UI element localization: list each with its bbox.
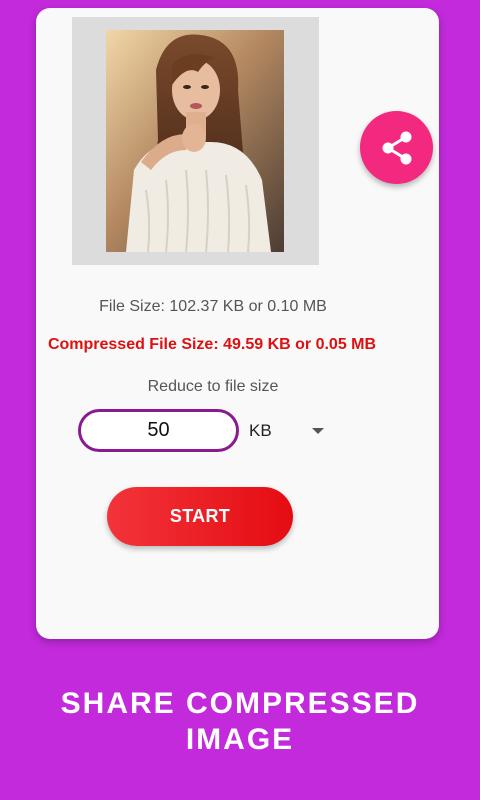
compressed-file-size: Compressed File Size: 49.59 KB or 0.05 M…	[47, 336, 377, 353]
target-size-input[interactable]	[78, 409, 239, 452]
share-button[interactable]	[360, 111, 433, 184]
promo-caption: SHARE COMPRESSED IMAGE	[0, 686, 480, 758]
reduce-to-size-label: Reduce to file size	[147, 378, 279, 395]
unit-dropdown-value: KB	[249, 421, 272, 440]
start-button[interactable]: START	[107, 487, 293, 546]
caption-line-1: SHARE COMPRESSED	[60, 687, 420, 720]
unit-dropdown[interactable]: KB	[249, 416, 333, 446]
share-icon	[382, 131, 411, 164]
dropdown-arrow-icon	[312, 428, 324, 434]
original-file-size: File Size: 102.37 KB or 0.10 MB	[99, 298, 327, 315]
caption-line-2: IMAGE	[185, 723, 295, 756]
preview-image	[106, 30, 284, 252]
portrait-photo	[106, 30, 284, 252]
